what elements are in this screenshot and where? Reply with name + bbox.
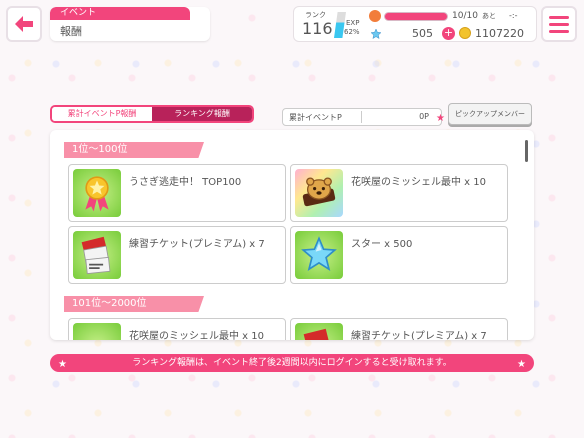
event-points-value: 0P — [419, 112, 429, 121]
reward-card: 練習チケット(プレミアム) x 7 — [68, 226, 286, 284]
event-points-box: 累計イベントP 0P ★ — [282, 108, 445, 126]
menu-line-icon — [549, 15, 569, 19]
live-point-gauge — [384, 12, 448, 21]
reward-card: うさぎ逃走中！ TOP100 — [68, 164, 286, 222]
pickup-members-button[interactable]: ピックアップメンバー — [448, 103, 532, 125]
notice-star-icon: ★ — [58, 359, 67, 370]
exp-label: EXP — [346, 19, 360, 27]
live-point-after-label: あと — [482, 12, 496, 20]
reward-list-scrollbar[interactable] — [525, 140, 528, 162]
reward-tabs: 累計イベントP報酬 ランキング報酬 — [50, 105, 254, 123]
live-point-timer: -:- — [509, 11, 518, 20]
ribbon-medal-icon — [73, 169, 121, 217]
reward-label: うさぎ逃走中！ TOP100 — [129, 177, 242, 188]
back-arrow-icon — [15, 16, 33, 32]
buy-stars-button[interactable]: + — [442, 27, 455, 40]
star-item-icon — [295, 231, 343, 279]
reward-label: 花咲屋のミッシェル最中 x 10 — [129, 331, 264, 340]
tab-ranking-rewards[interactable]: ランキング報酬 — [152, 107, 252, 121]
live-point-value: 10/10 — [452, 11, 478, 21]
notice-star-icon: ★ — [517, 359, 526, 370]
michel-pastry-icon — [73, 323, 121, 340]
event-points-label: 累計イベントP — [289, 113, 342, 122]
reward-label: 花咲屋のミッシェル最中 x 10 — [351, 177, 486, 188]
exp-percent: 62% — [344, 28, 360, 36]
menu-line-icon — [549, 29, 569, 33]
reward-card: 練習チケット(プレミアム) x 7 — [290, 318, 508, 340]
tab-cumulative-points[interactable]: 累計イベントP報酬 — [52, 107, 152, 121]
star-currency-icon — [370, 28, 382, 40]
menu-line-icon — [549, 22, 569, 26]
practice-ticket-icon — [73, 231, 121, 279]
reward-label: スター x 500 — [351, 239, 413, 250]
coin-icon — [459, 27, 471, 39]
reward-card: 花咲屋のミッシェル最中 x 10 — [68, 318, 286, 340]
menu-button[interactable] — [541, 6, 577, 42]
michel-pastry-icon — [295, 169, 343, 217]
rank-section-header: 1位〜100位 — [64, 142, 204, 158]
page-title-box: イベント 報酬 — [50, 7, 210, 41]
reward-card: スター x 500 — [290, 226, 508, 284]
star-count: 505 — [412, 27, 433, 40]
page-title: 報酬 — [60, 25, 82, 38]
live-point-flame-icon — [369, 10, 381, 22]
rank-value: 116 — [302, 19, 333, 38]
coin-count: 1107220 — [475, 27, 524, 40]
back-button[interactable] — [6, 6, 42, 42]
reward-card: 花咲屋のミッシェル最中 x 10 — [290, 164, 508, 222]
player-status-panel: ランク 116 EXP 62% 10/10 あと -:- 505 + 11072… — [293, 6, 537, 42]
event-points-star-icon: ★ — [436, 113, 445, 124]
rank-section-header: 101位〜2000位 — [64, 296, 204, 312]
event-points-divider — [361, 111, 362, 123]
ranking-reward-notice: ★ ランキング報酬は、イベント終了後2週間以内にログインすると受け取れます。 ★ — [50, 354, 534, 372]
practice-ticket-icon — [295, 323, 343, 340]
page-category: イベント — [50, 7, 190, 20]
reward-label: 練習チケット(プレミアム) x 7 — [129, 239, 265, 250]
reward-label: 練習チケット(プレミアム) x 7 — [351, 331, 487, 340]
reward-list-panel[interactable]: 1位〜100位 うさぎ逃走中！ TOP100 花咲屋のミッシェル最中 x 10 … — [50, 130, 534, 340]
notice-text: ランキング報酬は、イベント終了後2週間以内にログインすると受け取れます。 — [132, 358, 452, 368]
